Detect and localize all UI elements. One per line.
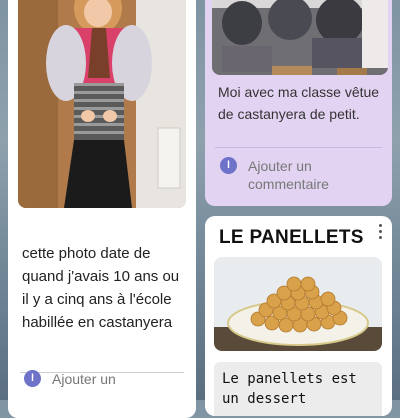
- post-title: LE PANELLETS: [219, 227, 364, 248]
- add-comment-label: Ajouter un commentaire: [248, 158, 329, 192]
- post-photo-girl-costume[interactable]: [18, 0, 186, 208]
- add-comment-button[interactable]: l Ajouter un commentaire: [220, 157, 378, 193]
- more-options-icon[interactable]: [377, 224, 383, 242]
- post-card-class-photo[interactable]: Moi avec ma classe vêtue de castanyera d…: [205, 0, 392, 206]
- add-comment-label: Ajouter un: [52, 371, 116, 387]
- divider: [215, 147, 382, 148]
- post-caption: cette photo date de quand j'avais 10 ans…: [22, 245, 180, 331]
- post-card-castanyera-photo[interactable]: cette photo date de quand j'avais 10 ans…: [8, 0, 196, 418]
- avatar-icon: l: [220, 157, 237, 174]
- post-photo-class[interactable]: [212, 0, 388, 75]
- post-photo-panellets[interactable]: [214, 257, 382, 351]
- post-caption: Moi avec ma classe vêtue de castanyera d…: [218, 84, 380, 122]
- add-comment-button[interactable]: l Ajouter un: [24, 370, 182, 388]
- avatar-icon: l: [24, 370, 41, 387]
- post-card-panellets[interactable]: LE PANELLETS Le panellets est un dessert: [205, 216, 392, 416]
- post-body-text: Le panellets est un dessert: [214, 362, 382, 416]
